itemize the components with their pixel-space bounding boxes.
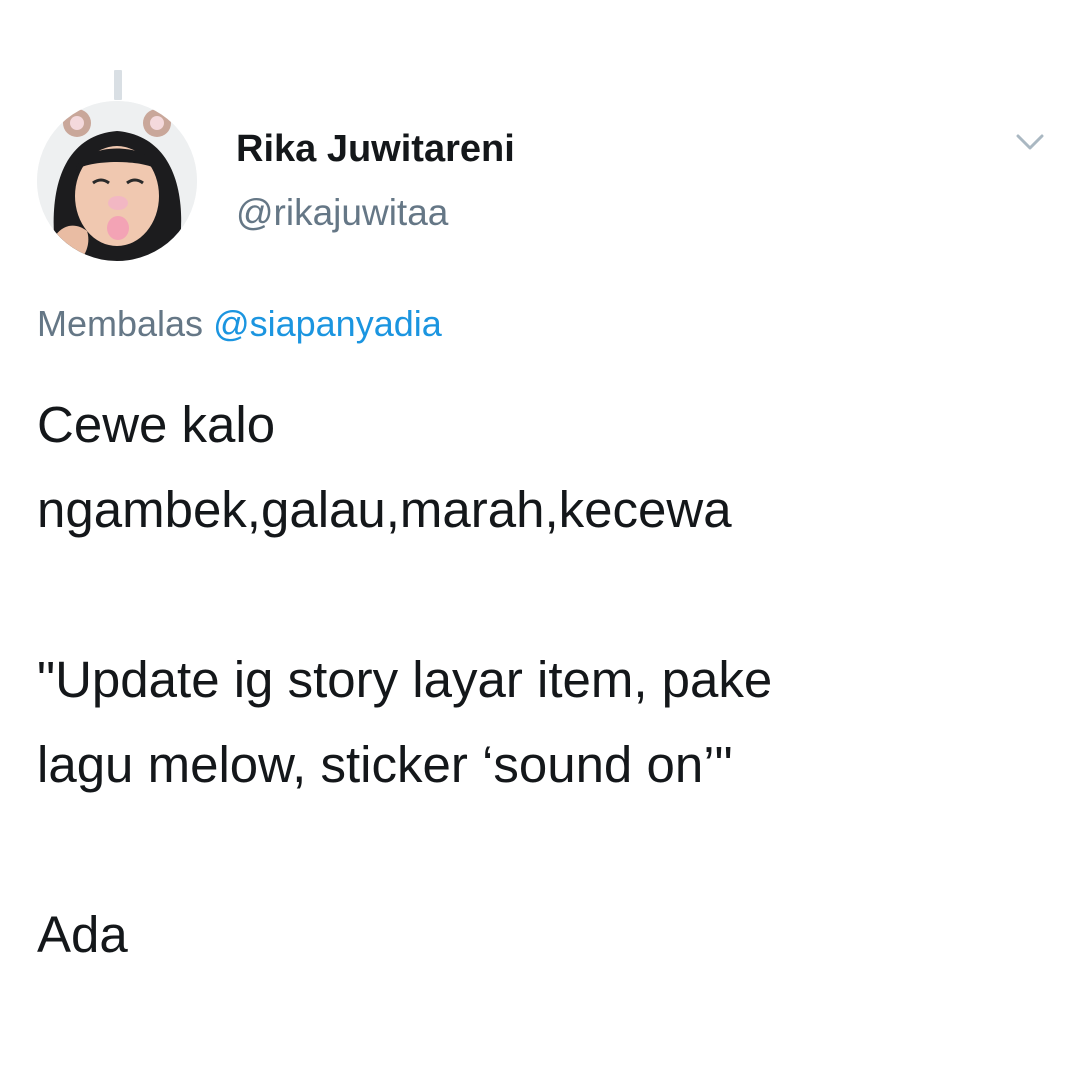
tweet-text-line: "Update ig story layar item, pake — [37, 651, 773, 708]
author-display-name[interactable]: Rika Juwitareni — [236, 128, 515, 171]
reply-prefix: Membalas — [37, 303, 204, 344]
author-handle[interactable]: @rikajuwitaa — [236, 192, 448, 234]
profile-photo-icon — [37, 101, 197, 261]
reply-context: Membalas @siapanyadia — [37, 303, 442, 345]
thread-connector-line — [114, 70, 122, 100]
tweet-card[interactable]: Rika Juwitareni @rikajuwitaa Membalas @s… — [0, 0, 1080, 1080]
tweet-text-line: ngambek,galau,marah,kecewa — [37, 481, 732, 538]
tweet-text-line: lagu melow, sticker ‘sound on’" — [37, 736, 733, 793]
tweet-text-line: Ada — [37, 906, 128, 963]
tweet-text-line: Cewe kalo — [37, 396, 276, 453]
tweet-body: Cewe kalo ngambek,galau,marah,kecewa "Up… — [37, 382, 1047, 977]
chevron-down-icon[interactable] — [1010, 128, 1050, 158]
avatar[interactable] — [37, 101, 197, 261]
reply-mention-link[interactable]: @siapanyadia — [213, 303, 442, 344]
